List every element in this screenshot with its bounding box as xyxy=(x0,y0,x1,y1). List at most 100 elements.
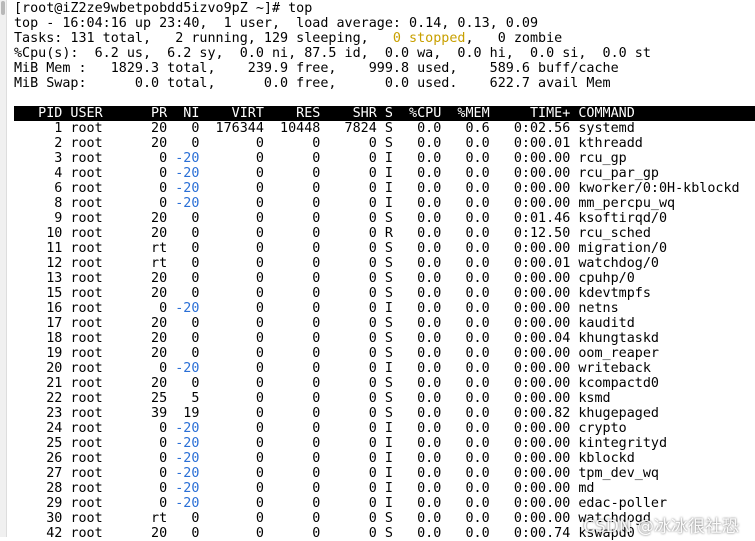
cell-cpu: 0.0 xyxy=(401,286,450,301)
cell-pr: 25 xyxy=(143,391,176,406)
cell-virt: 0 xyxy=(207,331,272,346)
cell-time: 0:00.00 xyxy=(497,451,579,466)
cell-mem: 0.0 xyxy=(449,526,498,541)
cell-ni: -20 xyxy=(175,361,208,376)
cell-pr: 0 xyxy=(143,496,176,511)
cell-cpu: 0.0 xyxy=(401,256,450,271)
cell-res: 0 xyxy=(272,301,329,316)
cell-pid: 10 xyxy=(14,226,71,241)
cell-cmd: ksmd xyxy=(578,391,611,406)
table-row: 10 root 20 0 0 0 0 R 0.0 0.0 0:12.50 rcu… xyxy=(14,226,755,241)
cell-user: root xyxy=(70,316,143,331)
cell-res: 0 xyxy=(272,511,329,526)
cell-shr: 0 xyxy=(328,466,385,481)
cell-cpu: 0.0 xyxy=(401,421,450,436)
cell-pr: rt xyxy=(143,511,176,526)
cell-ni: 0 xyxy=(175,271,208,286)
cell-time: 0:00.00 xyxy=(497,196,579,211)
vertical-scrollbar[interactable] xyxy=(0,0,7,537)
table-row: 6 root 0 -20 0 0 0 I 0.0 0.0 0:00.00 kwo… xyxy=(14,181,755,196)
cell-user: root xyxy=(70,361,143,376)
table-row: 16 root 0 -20 0 0 0 I 0.0 0.0 0:00.00 ne… xyxy=(14,301,755,316)
cell-shr: 0 xyxy=(328,166,385,181)
cell-res: 0 xyxy=(272,346,329,361)
table-row: 21 root 20 0 0 0 0 S 0.0 0.0 0:00.00 kco… xyxy=(14,376,755,391)
cell-pr: 20 xyxy=(143,526,176,541)
cell-res: 0 xyxy=(272,316,329,331)
cell-user: root xyxy=(70,496,143,511)
cell-shr: 0 xyxy=(328,301,385,316)
cell-s: S xyxy=(384,256,401,271)
cell-user: root xyxy=(70,331,143,346)
cell-mem: 0.0 xyxy=(449,166,498,181)
cell-pr: 20 xyxy=(143,331,176,346)
cell-shr: 0 xyxy=(328,346,385,361)
cell-time: 0:02.56 xyxy=(497,121,579,136)
cell-time: 0:00.04 xyxy=(497,331,579,346)
cell-virt: 0 xyxy=(207,406,272,421)
cell-s: I xyxy=(384,481,401,496)
cell-cpu: 0.0 xyxy=(401,376,450,391)
cell-res: 0 xyxy=(272,496,329,511)
cell-cmd: kauditd xyxy=(578,316,635,331)
cell-ni: 0 xyxy=(175,241,208,256)
cell-time: 0:00.00 xyxy=(497,286,579,301)
cell-time: 0:00.01 xyxy=(497,256,579,271)
cell-virt: 0 xyxy=(207,271,272,286)
cell-shr: 0 xyxy=(328,496,385,511)
cell-pr: 0 xyxy=(143,421,176,436)
cell-ni: 0 xyxy=(175,136,208,151)
scrollbar-thumb[interactable] xyxy=(1,1,5,15)
cell-time: 0:00.00 xyxy=(497,346,579,361)
cell-user: root xyxy=(70,181,143,196)
cell-cmd: kintegrityd xyxy=(578,436,668,451)
cell-mem: 0.0 xyxy=(449,511,498,526)
cell-mem: 0.0 xyxy=(449,436,498,451)
cell-s: I xyxy=(384,196,401,211)
tasks-line: Tasks: 131 total, 2 running, 129 sleepin… xyxy=(14,31,755,46)
cell-ni: 5 xyxy=(175,391,208,406)
cell-pid: 16 xyxy=(14,301,71,316)
cell-virt: 0 xyxy=(207,391,272,406)
cell-user: root xyxy=(70,151,143,166)
cell-ni: -20 xyxy=(175,496,208,511)
tasks-stopped: 0 stopped xyxy=(392,31,466,46)
terminal-output[interactable]: [root@iZ2ze9wbetpobdd5izvo9pZ ~]# top to… xyxy=(14,1,755,541)
cell-cmd: kcompactd0 xyxy=(578,376,659,391)
cell-pid: 6 xyxy=(14,181,71,196)
cell-cpu: 0.0 xyxy=(401,211,450,226)
cell-cmd: oom_reaper xyxy=(578,346,659,361)
cell-virt: 0 xyxy=(207,451,272,466)
cell-s: S xyxy=(384,286,401,301)
cell-pr: 0 xyxy=(143,481,176,496)
cell-cpu: 0.0 xyxy=(401,271,450,286)
cell-s: I xyxy=(384,466,401,481)
cell-time: 0:01.46 xyxy=(497,211,579,226)
cell-cmd: migration/0 xyxy=(578,241,668,256)
cell-shr: 0 xyxy=(328,526,385,541)
cell-user: root xyxy=(70,286,143,301)
table-row: 24 root 0 -20 0 0 0 I 0.0 0.0 0:00.00 cr… xyxy=(14,421,755,436)
cell-pr: 20 xyxy=(143,376,176,391)
cell-shr: 0 xyxy=(328,406,385,421)
cell-pr: 0 xyxy=(143,301,176,316)
cell-cpu: 0.0 xyxy=(401,136,450,151)
cell-mem: 0.0 xyxy=(449,451,498,466)
cell-res: 0 xyxy=(272,361,329,376)
cell-s: S xyxy=(384,376,401,391)
csdn-watermark: CSDN @冰冰很社恐 xyxy=(583,517,739,537)
cell-res: 0 xyxy=(272,391,329,406)
cell-virt: 0 xyxy=(207,346,272,361)
cell-res: 0 xyxy=(272,181,329,196)
cell-user: root xyxy=(70,196,143,211)
cell-s: S xyxy=(384,316,401,331)
cell-virt: 0 xyxy=(207,466,272,481)
cell-res: 0 xyxy=(272,436,329,451)
cell-mem: 0.0 xyxy=(449,406,498,421)
cell-cmd: kworker/0:0H-kblockd xyxy=(578,181,740,196)
cell-user: root xyxy=(70,271,143,286)
cell-ni: 0 xyxy=(175,121,208,136)
cell-res: 0 xyxy=(272,286,329,301)
cell-shr: 0 xyxy=(328,271,385,286)
